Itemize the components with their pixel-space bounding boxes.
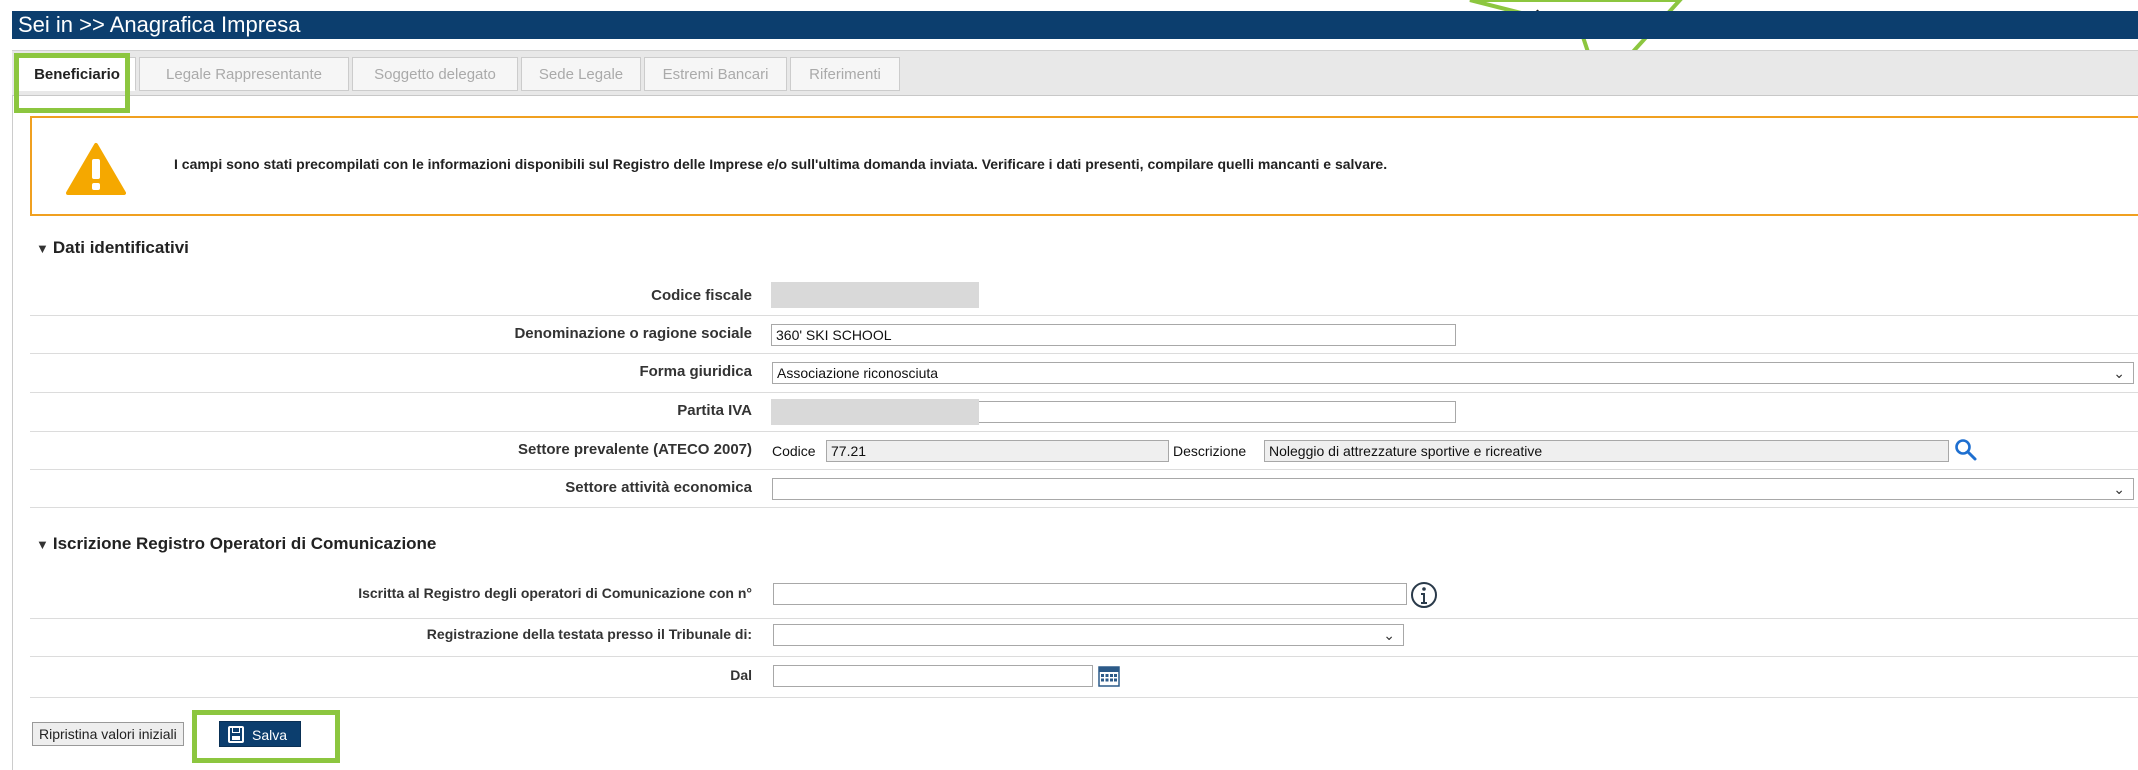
warning-icon: [66, 143, 126, 195]
floppy-disk-icon: [228, 726, 244, 743]
partita-iva-redacted: [771, 399, 979, 425]
tab-label: Sede Legale: [538, 66, 624, 83]
settore-prevalente-label: Settore prevalente (ATECO 2007): [518, 441, 752, 458]
warning-text: I campi sono stati precompilati con le i…: [174, 156, 1388, 172]
calendar-icon[interactable]: [1097, 664, 1121, 688]
settore-attivita-select[interactable]: ⌄: [772, 478, 2134, 500]
settore-attivita-label: Settore attività economica: [565, 479, 752, 496]
save-button[interactable]: Salva: [219, 721, 301, 747]
warning-box: I campi sono stati precompilati con le i…: [30, 116, 2138, 216]
tab-label: Soggetto delegato: [374, 66, 496, 83]
chevron-down-icon: ⌄: [2113, 365, 2125, 381]
registrazione-select[interactable]: ⌄: [773, 624, 1404, 646]
row-divider: [30, 656, 2138, 657]
iscritta-input[interactable]: [773, 583, 1407, 605]
iscritta-label: Iscritta al Registro degli operatori di …: [358, 585, 752, 601]
search-icon[interactable]: [1954, 438, 1978, 462]
collapse-triangle-icon: ▼: [36, 537, 49, 552]
chevron-down-icon: ⌄: [1383, 627, 1395, 643]
row-divider: [30, 353, 2138, 354]
row-divider: [30, 697, 2138, 698]
chevron-down-icon: ⌄: [2113, 481, 2125, 497]
row-divider: [30, 469, 2138, 470]
forma-giuridica-select[interactable]: Associazione riconosciuta ⌄: [772, 362, 2134, 384]
registrazione-label: Registrazione della testata presso il Tr…: [426, 626, 752, 642]
denominazione-input[interactable]: 360' SKI SCHOOL: [771, 324, 1456, 346]
tab-riferimenti[interactable]: Riferimenti: [790, 57, 900, 91]
row-divider: [30, 431, 2138, 432]
row-divider: [30, 618, 2138, 619]
tab-bar: Beneficiario Legale Rappresentante Sogge…: [12, 50, 2138, 96]
ateco-descrizione-input[interactable]: Noleggio di attrezzature sportive e ricr…: [1264, 440, 1949, 462]
section-iscrizione-registro[interactable]: ▼ Iscrizione Registro Operatori di Comuni…: [36, 534, 436, 554]
section-title: Iscrizione Registro Operatori di Comunic…: [52, 534, 437, 553]
tab-label: Legale Rappresentante: [166, 66, 322, 83]
tab-sede-legale[interactable]: Sede Legale: [521, 57, 641, 91]
forma-giuridica-value: Associazione riconosciuta: [777, 365, 939, 381]
info-icon[interactable]: [1410, 581, 1438, 609]
page-header: Sei in >> Anagrafica Impresa: [12, 11, 2138, 39]
tab-label: Riferimenti: [809, 66, 881, 83]
dal-label: Dal: [730, 667, 752, 683]
row-divider: [30, 315, 2138, 316]
tab-legale-rappresentante[interactable]: Legale Rappresentante: [139, 57, 349, 91]
partita-iva-label: Partita IVA: [677, 402, 752, 419]
denominazione-label: Denominazione o ragione sociale: [514, 325, 752, 342]
tab-label: Estremi Bancari: [662, 66, 769, 83]
descrizione-label: Descrizione: [1173, 443, 1247, 459]
save-label: Salva: [252, 727, 288, 743]
codice-fiscale-field[interactable]: [771, 282, 979, 308]
forma-giuridica-label: Forma giuridica: [639, 363, 752, 380]
row-divider: [30, 392, 2138, 393]
codice-fiscale-label: Codice fiscale: [651, 287, 752, 304]
tab-soggetto-delegato[interactable]: Soggetto delegato: [352, 57, 518, 91]
section-dati-identificativi[interactable]: ▼ Dati identificativi: [36, 238, 189, 258]
row-divider: [30, 507, 2138, 508]
dal-date-input[interactable]: [773, 665, 1093, 687]
reset-button[interactable]: Ripristina valori iniziali: [32, 722, 184, 746]
tab-estremi-bancari[interactable]: Estremi Bancari: [644, 57, 787, 91]
codice-label: Codice: [772, 443, 816, 459]
collapse-triangle-icon: ▼: [36, 241, 49, 256]
tab-beneficiario[interactable]: Beneficiario: [18, 57, 136, 91]
page-title: Sei in >> Anagrafica Impresa: [18, 12, 301, 37]
ateco-codice-input[interactable]: 77.21: [826, 440, 1169, 462]
section-title: Dati identificativi: [52, 238, 189, 257]
tab-label: Beneficiario: [34, 66, 120, 83]
